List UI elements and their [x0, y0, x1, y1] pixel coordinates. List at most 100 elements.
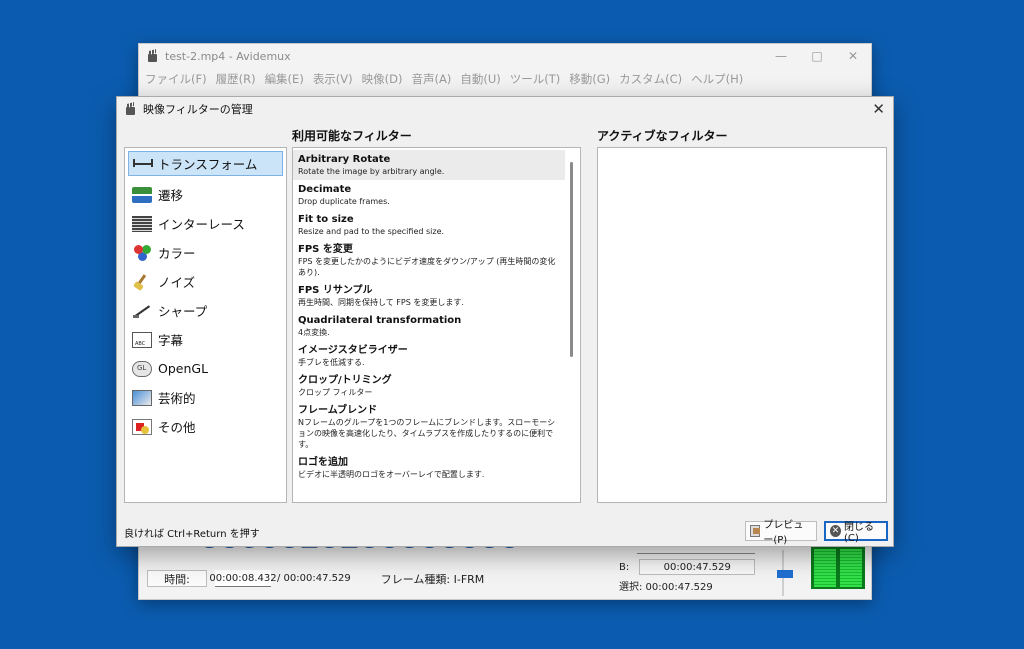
filter-name: Arbitrary Rotate — [298, 154, 391, 165]
minimize-icon[interactable]: — — [763, 44, 799, 68]
filter-item[interactable]: ロゴを追加 ビデオに半透明のロゴをオーバーレイで配置します. — [293, 453, 565, 483]
transition-icon — [132, 186, 152, 203]
preview-button-label: プレビュー(P) — [763, 520, 804, 546]
close-button-label: 閉じる(C) — [844, 522, 875, 544]
category-opengl[interactable]: OpenGL — [128, 354, 283, 383]
filter-description: Nフレームのグループを1つのフレームにブレンドします。スローモーションの映像を高… — [298, 418, 556, 449]
frame-type-label: フレーム種類: I-FRM — [380, 572, 485, 586]
opengl-icon — [132, 360, 152, 377]
category-list: トランスフォーム 遷移 インターレース カラー ノイズ シャープ 字幕 Ope — [124, 147, 287, 503]
filter-item[interactable]: クロップ/トリミング クロップ フィルター — [293, 371, 565, 401]
menu-history[interactable]: 履歴(R) — [216, 71, 256, 87]
filter-item[interactable]: Decimate Drop duplicate frames. — [293, 180, 565, 210]
subtitle-icon — [132, 331, 152, 348]
window-controls: — □ ✕ — [763, 44, 871, 68]
menu-bar: ファイル(F) 履歴(R) 編集(E) 表示(V) 映像(D) 音声(A) 自動… — [139, 68, 871, 90]
volume-knob[interactable] — [777, 570, 793, 578]
close-button[interactable]: ✕ 閉じる(C) — [824, 521, 888, 544]
marker-b-field[interactable]: 00:00:47.529 — [639, 559, 756, 575]
category-subtitle[interactable]: 字幕 — [128, 325, 283, 354]
category-label: 字幕 — [158, 333, 184, 348]
menu-tools[interactable]: ツール(T) — [510, 71, 561, 87]
category-label: ノイズ — [158, 275, 196, 290]
menu-file[interactable]: ファイル(F) — [145, 71, 207, 87]
category-artistic[interactable]: 芸術的 — [128, 383, 283, 412]
active-filter-list[interactable] — [597, 147, 887, 503]
filter-name: Decimate — [298, 184, 352, 195]
menu-go[interactable]: 移動(G) — [569, 71, 610, 87]
filter-name: クロップ/トリミング — [298, 375, 392, 386]
category-sharpen[interactable]: シャープ — [128, 296, 283, 325]
close-window-icon[interactable]: ✕ — [835, 44, 871, 68]
maximize-icon[interactable]: □ — [799, 44, 835, 68]
filter-item[interactable]: Fit to size Resize and pad to the specif… — [293, 210, 565, 240]
filter-description: 4点変換. — [298, 328, 330, 337]
avidemux-app-icon — [125, 103, 136, 115]
time-row: 時間: 00:00:08.432 / 00:00:47.529 フレーム種類: … — [147, 570, 484, 587]
filter-description: Rotate the image by arbitrary angle. — [298, 167, 445, 176]
filter-name: Fit to size — [298, 214, 354, 225]
filter-name: FPS を変更 — [298, 244, 353, 255]
category-label: カラー — [158, 246, 196, 261]
menu-edit[interactable]: 編集(E) — [265, 71, 304, 87]
category-misc[interactable]: その他 — [128, 412, 283, 441]
menu-help[interactable]: ヘルプ(H) — [691, 71, 743, 87]
filter-item[interactable]: Arbitrary Rotate Rotate the image by arb… — [293, 150, 565, 180]
preview-icon — [750, 525, 761, 537]
marker-b-row: B: 00:00:47.529 — [619, 559, 756, 575]
current-time-field[interactable]: 00:00:08.432 — [209, 570, 277, 587]
category-label: 芸術的 — [158, 391, 196, 406]
audio-level-meter — [811, 547, 865, 589]
marker-b-label: B: — [619, 561, 630, 573]
category-label: インターレース — [158, 217, 245, 232]
sharpen-icon — [132, 303, 152, 319]
filter-list-scrollbar[interactable] — [570, 162, 573, 357]
interlace-icon — [132, 215, 152, 232]
filter-item[interactable]: イメージスタビライザー 手ブレを低減する. — [293, 341, 565, 371]
transform-icon — [132, 156, 153, 172]
filter-item[interactable]: Quadrilateral transformation 4点変換. — [293, 311, 565, 341]
filter-item[interactable]: FPS を変更 FPS を変更したかのようにビデオ速度をダウン/アップ (再生時… — [293, 240, 565, 281]
menu-video[interactable]: 映像(D) — [362, 71, 403, 87]
filter-manager-dialog: 映像フィルターの管理 ✕ 利用可能なフィルター アクティブなフィルター トランス… — [116, 96, 894, 547]
time-button[interactable]: 時間: — [147, 570, 207, 587]
preview-button[interactable]: プレビュー(P) — [745, 520, 817, 546]
category-label: シャープ — [158, 304, 208, 319]
filter-description: ビデオに半透明のロゴをオーバーレイで配置します. — [298, 470, 485, 479]
category-label: トランスフォーム — [158, 157, 258, 172]
avidemux-app-icon — [147, 50, 158, 62]
menu-custom[interactable]: カスタム(C) — [619, 71, 682, 87]
category-noise[interactable]: ノイズ — [128, 267, 283, 296]
filter-name: フレームブレンド — [298, 405, 378, 416]
category-interlace[interactable]: インターレース — [128, 209, 283, 238]
category-transform[interactable]: トランスフォーム — [128, 151, 283, 176]
filter-name: ロゴを追加 — [298, 457, 348, 468]
volume-slider[interactable] — [777, 550, 793, 596]
menu-audio[interactable]: 音声(A) — [411, 71, 451, 87]
close-circle-icon: ✕ — [830, 525, 842, 537]
total-time: / 00:00:47.529 — [277, 573, 351, 584]
available-filter-list: Arbitrary Rotate Rotate the image by arb… — [292, 147, 581, 503]
category-label: OpenGL — [158, 361, 209, 376]
filter-description: Drop duplicate frames. — [298, 197, 390, 206]
filter-description: 再生時間、同期を保持して FPS を変更します. — [298, 298, 464, 307]
category-transition[interactable]: 遷移 — [128, 180, 283, 209]
shortcut-hint: 良ければ Ctrl+Return を押す — [124, 529, 260, 540]
filter-item[interactable]: FPS リサンプル 再生時間、同期を保持して FPS を変更します. — [293, 281, 565, 311]
color-icon — [132, 244, 152, 261]
menu-view[interactable]: 表示(V) — [313, 71, 353, 87]
menu-auto[interactable]: 自動(U) — [460, 71, 500, 87]
close-icon[interactable]: ✕ — [872, 100, 885, 118]
available-filters-header: 利用可能なフィルター — [292, 129, 412, 143]
filter-description: Resize and pad to the specified size. — [298, 227, 445, 236]
marker-a-field — [637, 553, 755, 554]
filter-name: FPS リサンプル — [298, 285, 373, 296]
category-label: その他 — [158, 420, 196, 435]
main-window-title: test-2.mp4 - Avidemux — [165, 49, 291, 63]
filter-description: FPS を変更したかのようにビデオ速度をダウン/アップ (再生時間の変化あり). — [298, 257, 556, 277]
noise-icon — [132, 274, 152, 290]
category-color[interactable]: カラー — [128, 238, 283, 267]
category-label: 遷移 — [158, 188, 184, 203]
filter-item[interactable]: フレームブレンド Nフレームのグループを1つのフレームにブレンドします。スローモ… — [293, 401, 565, 453]
selection-duration: 選択: 00:00:47.529 — [619, 582, 713, 593]
